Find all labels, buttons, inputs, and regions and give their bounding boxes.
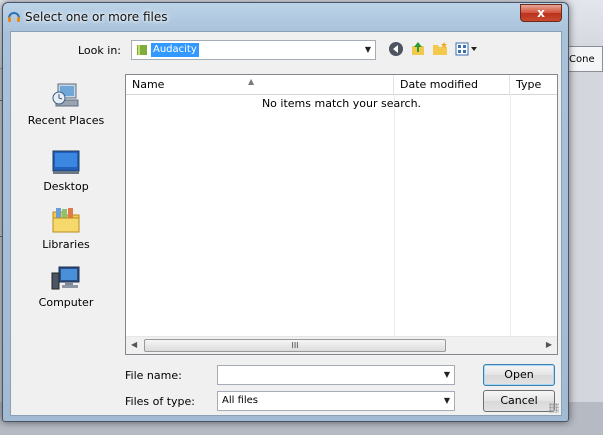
up-folder-icon[interactable] [410,41,426,57]
close-button[interactable]: x [520,4,562,22]
resize-grip[interactable] [549,403,559,413]
new-folder-icon[interactable] [432,41,448,57]
list-header: ▲ Name Date modified Type [126,75,557,95]
view-menu-icon[interactable] [455,41,479,57]
dialog-titlebar[interactable]: Select one or more files x [3,3,568,31]
place-computer[interactable]: Computer [11,264,121,309]
column-header-date-modified[interactable]: Date modified [394,75,510,94]
chevron-down-icon[interactable]: ▼ [444,396,450,405]
file-type-select[interactable]: All files ▼ [217,391,455,411]
chevron-down-icon[interactable]: ▼ [365,45,371,54]
place-desktop[interactable]: Desktop [11,148,121,193]
place-recent-places[interactable]: Recent Places [11,82,121,127]
column-header-name[interactable]: ▲ Name [126,75,394,94]
cancel-button[interactable]: Cancel [483,390,555,412]
file-name-label: File name: [125,369,182,382]
column-divider [510,94,511,336]
column-header-label: Name [132,78,165,91]
open-file-dialog: Select one or more files x Look in: Auda… [2,2,569,422]
column-header-label: Date modified [400,78,478,91]
look-in-label: Look in: [78,44,121,57]
sort-arrow-icon: ▲ [248,77,255,86]
look-in-value: Audacity [151,43,199,57]
scroll-thumb[interactable]: III [144,339,446,352]
column-header-label: Type [516,78,542,91]
recent-places-icon [52,83,79,107]
background-panel-label: Cone [566,46,603,72]
places-bar: Recent Places Desktop Libraries Computer [11,72,121,312]
place-label: Recent Places [27,114,105,127]
file-type-label: Files of type: [125,395,196,408]
dialog-title: Select one or more files [25,10,168,24]
scroll-right-icon[interactable]: ▶ [546,340,552,349]
place-label: Desktop [43,180,89,193]
look-in-combo[interactable]: Audacity ▼ [131,40,376,60]
libraries-icon [52,208,80,233]
place-libraries[interactable]: Libraries [11,206,121,251]
dialog-client-area: Look in: Audacity ▼ Recent Places Deskto… [10,31,562,416]
column-divider [394,94,395,336]
horizontal-scrollbar[interactable]: ◀ III ▶ [126,336,557,354]
scroll-left-icon[interactable]: ◀ [131,340,137,349]
place-label: Computer [38,296,94,309]
empty-list-message: No items match your search. [261,97,422,110]
background-side-strip [566,72,603,402]
desktop-icon [52,150,80,174]
computer-icon [51,266,80,290]
back-icon[interactable] [388,41,404,57]
open-button[interactable]: Open [483,364,555,386]
file-list-view[interactable]: ▲ Name Date modified Type No items match… [125,74,558,355]
chevron-down-icon[interactable]: ▼ [444,370,450,379]
place-label: Libraries [42,238,90,251]
file-type-value: All files [222,395,259,406]
file-name-input[interactable]: ▼ [217,365,455,385]
folder-icon [137,45,147,55]
headphones-icon [8,12,20,22]
column-header-type[interactable]: Type [510,75,557,94]
